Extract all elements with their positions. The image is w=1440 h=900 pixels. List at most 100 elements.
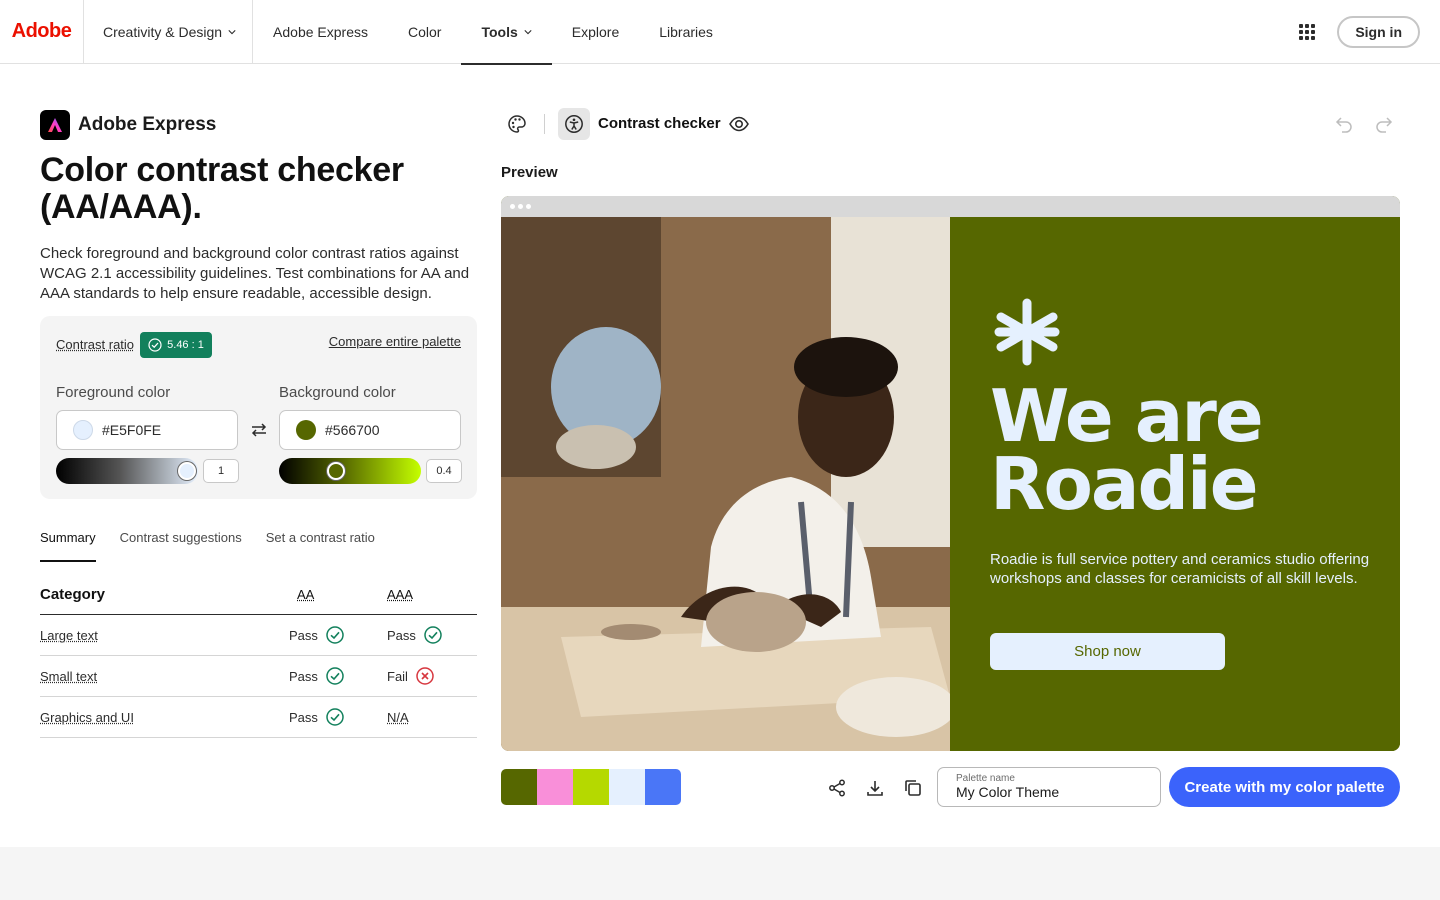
chevron-down-icon (524, 29, 532, 34)
nav-item-libraries[interactable]: Libraries (639, 0, 733, 64)
window-dots-icon (510, 204, 531, 209)
palette-name-value[interactable]: My Color Theme (956, 784, 1142, 800)
foreground-color-field[interactable]: #E5F0FE (56, 410, 238, 450)
hero-heading-line-1: We are (990, 374, 1264, 458)
checkmark-circle-icon (148, 338, 162, 352)
potter-illustration (501, 217, 950, 751)
contrast-ratio-value: 5.46 : 1 (167, 339, 204, 351)
redo-button[interactable] (1368, 108, 1400, 140)
nav-item-explore[interactable]: Explore (552, 0, 639, 64)
background-lightness-slider[interactable] (279, 458, 421, 484)
copy-button[interactable] (901, 776, 925, 800)
shop-now-button[interactable]: Shop now (990, 633, 1225, 670)
palette-name-field[interactable]: Palette name My Color Theme (937, 767, 1161, 807)
nav-item-label: Color (408, 23, 442, 40)
create-with-palette-button[interactable]: Create with my color palette (1169, 767, 1400, 807)
background-swatch[interactable] (296, 420, 316, 440)
results-tabs: Summary Contrast suggestions Set a contr… (40, 530, 477, 562)
color-palette-strip (501, 769, 681, 805)
preview-label: Preview (501, 164, 558, 181)
asterisk-logo-icon (994, 298, 1060, 366)
copy-icon (905, 780, 921, 796)
table-row: Large text Pass Pass (40, 615, 477, 656)
status-text: Pass (387, 627, 416, 643)
background-color-label: Background color (279, 384, 396, 401)
aaa-status-text[interactable]: N/A (387, 710, 409, 725)
foreground-hex-value: #E5F0FE (102, 422, 162, 438)
pass-check-icon (326, 626, 344, 644)
hero-body-text: Roadie is full service pottery and ceram… (990, 551, 1370, 587)
aaa-status: Pass (387, 626, 442, 644)
table-row: Small text Pass Fail (40, 656, 477, 697)
foreground-lightness-slider[interactable] (56, 458, 198, 484)
tab-contrast-suggestions[interactable]: Contrast suggestions (120, 530, 242, 562)
palette-swatch[interactable] (609, 769, 645, 805)
header-aaa[interactable]: AAA (387, 587, 413, 602)
background-slider-value[interactable]: 0.4 (426, 459, 462, 483)
vision-simulator-button[interactable] (723, 108, 755, 140)
contrast-ratio-label[interactable]: Contrast ratio (56, 337, 134, 352)
page-title: Color contrast checker (AA/AAA). (40, 151, 404, 226)
tab-set-contrast-ratio[interactable]: Set a contrast ratio (266, 530, 375, 562)
sign-in-button[interactable]: Sign in (1337, 15, 1420, 48)
background-color-field[interactable]: #566700 (279, 410, 461, 450)
background-hex-value: #566700 (325, 422, 380, 438)
pottery-photo (501, 217, 950, 751)
nav-item-label: Explore (571, 23, 620, 40)
download-button[interactable] (863, 776, 887, 800)
adobe-express-brand: Adobe Express (40, 110, 477, 140)
page-description: Check foreground and background color co… (40, 245, 470, 302)
share-icon (829, 779, 845, 797)
contrast-ratio-badge: 5.46 : 1 (140, 332, 212, 358)
global-nav: Adobe Creativity & Design Adobe Express … (0, 0, 1440, 65)
row-category[interactable]: Large text (40, 628, 98, 643)
apps-grid-icon[interactable] (1299, 23, 1316, 40)
undo-icon (1335, 117, 1352, 133)
aa-status: Pass (289, 667, 344, 685)
hero-panel: We are Roadie Roadie is full service pot… (950, 217, 1400, 751)
toolbar-divider (544, 114, 545, 134)
intro-section: Adobe Express Color contrast checker (AA… (40, 110, 477, 304)
contrast-checker-mode-button[interactable] (558, 108, 590, 140)
eye-icon (729, 116, 749, 132)
palette-icon (508, 115, 526, 133)
contrast-checker-panel: Contrast ratio 5.46 : 1 Compare entire p… (40, 316, 477, 499)
aaa-status: Fail (387, 667, 434, 685)
share-button[interactable] (825, 776, 849, 800)
status-text: Pass (289, 668, 318, 684)
swap-colors-icon[interactable] (249, 420, 269, 440)
compare-palette-link[interactable]: Compare entire palette (329, 334, 461, 349)
foreground-swatch[interactable] (73, 420, 93, 440)
status-text: Pass (289, 709, 318, 725)
nav-item-adobe-express[interactable]: Adobe Express (253, 0, 388, 64)
table-header-row: Category AA AAA (40, 574, 477, 615)
nav-item-color[interactable]: Color (388, 0, 461, 64)
adobe-logo[interactable]: Adobe (0, 0, 84, 63)
row-category[interactable]: Graphics and UI (40, 710, 134, 725)
contrast-checker-mode-label: Contrast checker (598, 115, 721, 132)
brand-name: Adobe Express (78, 114, 217, 135)
slider-thumb[interactable] (178, 462, 196, 480)
status-text: Fail (387, 668, 408, 684)
aa-status: Pass (289, 708, 344, 726)
nav-item-label: Creativity & Design (103, 23, 223, 40)
foreground-slider-value[interactable]: 1 (203, 459, 239, 483)
palette-mode-button[interactable] (501, 108, 533, 140)
palette-swatch[interactable] (501, 769, 537, 805)
nav-item-label: Adobe Express (273, 23, 368, 40)
row-category[interactable]: Small text (40, 669, 97, 684)
header-aa[interactable]: AA (297, 587, 314, 602)
palette-swatch[interactable] (537, 769, 573, 805)
express-a-icon (48, 118, 62, 132)
tab-summary[interactable]: Summary (40, 530, 96, 562)
slider-thumb[interactable] (327, 462, 345, 480)
undo-button[interactable] (1328, 108, 1360, 140)
wcag-results-table: Category AA AAA Large text Pass Pass Sma… (40, 574, 477, 738)
preview-window: We are Roadie Roadie is full service pot… (501, 196, 1400, 751)
nav-item-tools[interactable]: Tools (461, 0, 553, 65)
browser-bar (501, 196, 1400, 217)
nav-item-creativity-design[interactable]: Creativity & Design (84, 0, 254, 64)
palette-swatch[interactable] (573, 769, 609, 805)
accessibility-icon (565, 115, 583, 133)
palette-swatch[interactable] (645, 769, 681, 805)
